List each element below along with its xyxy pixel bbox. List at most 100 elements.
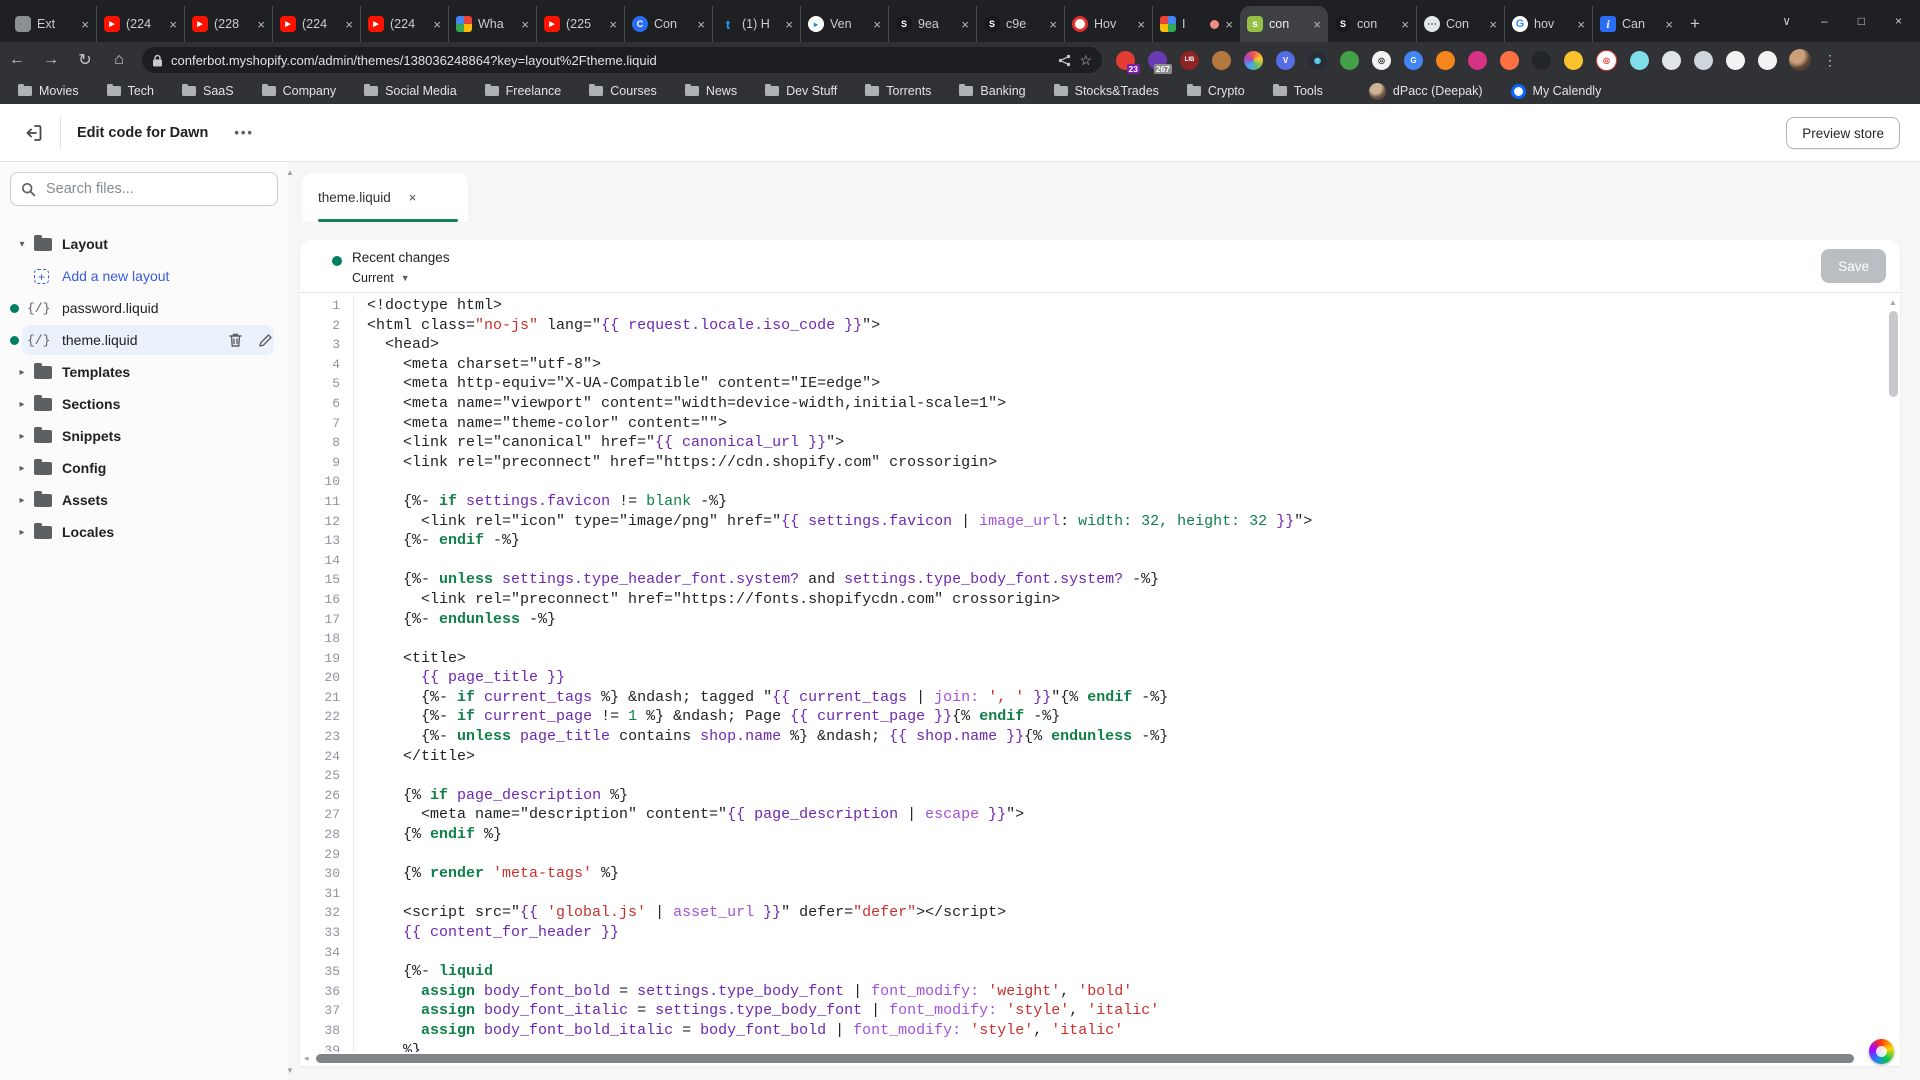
sidebar-item-sections[interactable]: ▸Sections [0,388,288,420]
bookmark-dev-stuff[interactable]: Dev Stuff [765,84,837,98]
delete-file-icon[interactable] [228,332,243,348]
extension-ghost-light[interactable] [1662,51,1681,70]
scroll-up-icon[interactable]: ▲ [1887,298,1899,307]
tab-close-icon[interactable]: × [609,17,617,32]
sidebar-item-assets[interactable]: ▸Assets [0,484,288,516]
extension-red-target[interactable]: ◎ [1596,50,1617,71]
back-icon[interactable]: ← [0,51,34,69]
browser-tab[interactable]: Hov× [1064,6,1152,42]
chevron-down-icon[interactable]: ▾ [16,239,28,250]
chevron-right-icon[interactable]: ▸ [16,527,28,538]
tab-close-icon[interactable]: × [81,17,89,32]
sidebar-item-theme-liquid[interactable]: {/}theme.liquid [0,324,288,356]
bookmark-stocks-trades[interactable]: Stocks&Trades [1054,84,1159,98]
extension-puzzle-light[interactable] [1726,51,1745,70]
minimize-icon[interactable]: – [1821,14,1828,28]
close-window-icon[interactable]: × [1895,14,1902,28]
bookmark-movies[interactable]: Movies [18,84,79,98]
extension-dark-disc[interactable] [1532,51,1551,70]
extension-lib[interactable]: LIB [1180,51,1199,70]
extension-green-clip[interactable] [1340,51,1359,70]
chevron-right-icon[interactable]: ▸ [16,431,28,442]
reload-icon[interactable]: ↻ [68,50,102,70]
browser-tab[interactable]: CCon× [624,6,712,42]
bookmark-banking[interactable]: Banking [959,84,1025,98]
tab-close-icon[interactable]: × [521,17,529,32]
bookmark-profile[interactable]: dPacc (Deepak) [1369,83,1483,100]
sidebar-item-templates[interactable]: ▸Templates [0,356,288,388]
bookmark-freelance[interactable]: Freelance [485,84,562,98]
bookmark-social-media[interactable]: Social Media [364,84,457,98]
tabs-menu-icon[interactable]: ∨ [1782,14,1791,28]
browser-tab[interactable]: Wha× [448,6,536,42]
browser-tab[interactable]: Ext× [8,6,96,42]
browser-tab[interactable]: ▶(228× [184,6,272,42]
extension-ghost-gray[interactable] [1694,51,1713,70]
tab-close-icon[interactable]: × [1489,17,1497,32]
extension-instagram[interactable] [1468,51,1487,70]
tab-close-icon[interactable]: × [785,17,793,32]
browser-menu-icon[interactable]: ⋮ [1823,52,1837,69]
tab-close-icon[interactable]: × [169,17,177,32]
browser-tab[interactable]: Scon× [1328,6,1416,42]
rename-file-icon[interactable] [258,333,273,348]
extension-palette[interactable] [1244,51,1263,70]
sidebar-scroll-up-icon[interactable]: ▲ [286,168,294,177]
tab-close-icon[interactable]: × [1225,17,1233,32]
address-bar[interactable]: conferbot.myshopify.com/admin/themes/138… [142,47,1102,73]
file-search[interactable] [10,172,278,206]
tab-close-icon[interactable]: × [1665,17,1673,32]
extension-fab-rainbow[interactable] [1869,1039,1894,1064]
sidebar-item-password-liquid[interactable]: {/}password.liquid [0,292,288,324]
forward-icon[interactable]: → [34,51,68,69]
browser-tab[interactable]: ▸Ven× [800,6,888,42]
bookmark-company[interactable]: Company [262,84,337,98]
profile-avatar[interactable] [1789,49,1811,71]
extension-react-atom[interactable]: ◉ [1308,51,1327,70]
extension-flame[interactable] [1500,51,1519,70]
tab-close-icon[interactable]: × [1577,17,1585,32]
exit-code-editor-icon[interactable] [20,120,46,146]
horizontal-scroll-thumb[interactable] [316,1054,1854,1063]
extension-spiral[interactable]: ◎ [1372,51,1391,70]
browser-tab[interactable]: Ghov× [1504,6,1592,42]
sidebar-item-locales[interactable]: ▸Locales [0,516,288,548]
maximize-icon[interactable]: □ [1858,14,1865,28]
bookmark-crypto[interactable]: Crypto [1187,84,1245,98]
bookmark-courses[interactable]: Courses [589,84,657,98]
browser-tab[interactable]: t(1) H× [712,6,800,42]
sidebar-item-config[interactable]: ▸Config [0,452,288,484]
bookmark-saas[interactable]: SaaS [182,84,234,98]
url-text[interactable]: conferbot.myshopify.com/admin/themes/138… [171,53,1050,68]
browser-tab[interactable]: Sc9e× [976,6,1064,42]
browser-tab[interactable]: ▶(224× [96,6,184,42]
search-input[interactable] [44,180,267,198]
bookmark-my-calendly[interactable]: My Calendly [1511,84,1602,99]
bookmark-tools[interactable]: Tools [1273,84,1323,98]
home-icon[interactable]: ⌂ [102,51,136,69]
browser-tab[interactable]: ▶(225× [536,6,624,42]
extension-cookie[interactable] [1212,51,1231,70]
sidebar-item-layout[interactable]: ▾Layout [0,228,288,260]
extension-panel-light[interactable] [1758,51,1777,70]
extension-metamask-fox[interactable] [1436,51,1455,70]
extension-ghost-teal[interactable] [1630,51,1649,70]
chevron-right-icon[interactable]: ▸ [16,463,28,474]
extension-blocker-hand[interactable]: 23 [1116,51,1135,70]
sidebar-scroll-down-icon[interactable]: ▼ [286,1066,294,1075]
vertical-scroll-thumb[interactable] [1889,311,1898,397]
scroll-left-icon[interactable]: ◂ [304,1053,316,1064]
tab-close-icon[interactable]: × [1401,17,1409,32]
browser-tab[interactable]: ▶(224× [272,6,360,42]
more-actions-icon[interactable]: ••• [234,125,254,140]
share-icon[interactable] [1058,54,1071,67]
tab-close-icon[interactable]: × [697,17,705,32]
preview-store-button[interactable]: Preview store [1786,117,1900,149]
extension-wizard-hat[interactable]: 267 [1148,51,1167,70]
chevron-right-icon[interactable]: ▸ [16,367,28,378]
browser-tab[interactable]: ⋯Con× [1416,6,1504,42]
code-editor[interactable]: 1<!doctype html>2<html class="no-js" lan… [300,296,1886,1052]
browser-tab[interactable]: ▶(224× [360,6,448,42]
tab-close-icon[interactable]: × [257,17,265,32]
bookmark-tech[interactable]: Tech [107,84,154,98]
